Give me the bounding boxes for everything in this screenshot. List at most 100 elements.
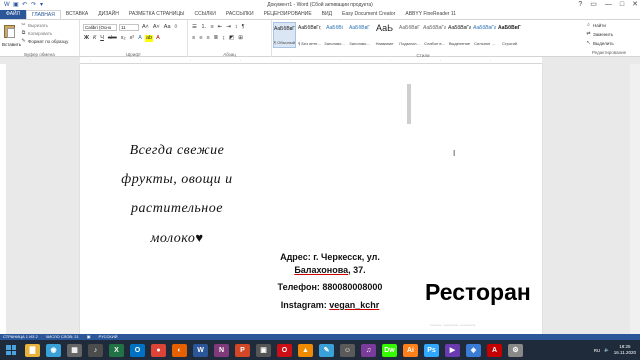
tab-layout[interactable]: РАЗМЕТКА СТРАНИЦЫ bbox=[124, 10, 190, 19]
sort-icon[interactable]: ↕ bbox=[234, 24, 239, 31]
chat-icon[interactable]: ☺ bbox=[340, 343, 355, 357]
address-line-1: Адрес: г. Черкесск, ул. bbox=[280, 252, 380, 262]
vertical-ruler[interactable] bbox=[0, 64, 6, 334]
grow-font-icon[interactable]: A˄ bbox=[141, 24, 150, 31]
subscript-icon[interactable]: x₂ bbox=[120, 35, 127, 42]
justify-icon[interactable]: ≣ bbox=[213, 35, 220, 42]
tab-easy-document-creator[interactable]: Easy Document Creator bbox=[337, 10, 400, 19]
tab-references[interactable]: ССЫЛКИ bbox=[189, 10, 220, 19]
horizontal-ruler[interactable]: · · · · · · · · · bbox=[80, 57, 542, 64]
pilcrow-icon[interactable]: ¶ bbox=[241, 24, 246, 31]
lang-indicator[interactable]: RU bbox=[594, 348, 601, 353]
highlight-icon[interactable]: ab bbox=[144, 35, 154, 42]
viewer-icon[interactable]: ▣ bbox=[256, 343, 271, 357]
style-heading-1[interactable]: АаБбВі Заголово... bbox=[323, 22, 346, 48]
borders-icon[interactable]: ⊞ bbox=[237, 35, 244, 42]
style-subtle-emphasis[interactable]: АаБбВвГг Слабое в... bbox=[423, 22, 446, 48]
undo-icon[interactable]: ↶ bbox=[22, 2, 28, 8]
vertical-scrollbar[interactable] bbox=[630, 64, 640, 334]
style-heading-2[interactable]: АаБбВвГ Заголово... bbox=[348, 22, 371, 48]
style-normal[interactable]: АаБбВвГг, ¶ Обычный bbox=[273, 22, 296, 48]
close-button[interactable]: ✕ bbox=[632, 0, 638, 10]
align-center-icon[interactable]: ≡ bbox=[198, 35, 203, 42]
style-strong[interactable]: АаБбВвГг Строгий bbox=[498, 22, 521, 48]
photoshop-icon[interactable]: Ps bbox=[424, 343, 439, 357]
tool-icon[interactable]: ⚙ bbox=[508, 343, 523, 357]
style-emphasis[interactable]: АаБбВвГг Выделение bbox=[448, 22, 471, 48]
illustrator-icon[interactable]: Ai bbox=[403, 343, 418, 357]
onenote-icon[interactable]: N bbox=[214, 343, 229, 357]
style-subtitle[interactable]: АаБбВвГ Подзагол... bbox=[398, 22, 421, 48]
bullets-icon[interactable]: ☰ bbox=[191, 24, 198, 31]
excel-icon[interactable]: X bbox=[109, 343, 124, 357]
redo-icon[interactable]: ↷ bbox=[31, 2, 37, 8]
minimize-button[interactable]: — bbox=[605, 0, 612, 10]
explorer-icon[interactable]: ▇ bbox=[25, 343, 40, 357]
dreamweaver-icon[interactable]: Dw bbox=[382, 343, 397, 357]
replace-button[interactable]: ⇄ Заменить bbox=[586, 32, 613, 38]
line-spacing-icon[interactable]: ↨ bbox=[221, 35, 226, 42]
vlc-icon[interactable]: ▲ bbox=[298, 343, 313, 357]
font-color-icon[interactable]: A bbox=[155, 35, 161, 42]
media-icon[interactable]: ♪ bbox=[88, 343, 103, 357]
maximize-button[interactable]: □ bbox=[620, 0, 624, 10]
browser-icon[interactable]: ◈ bbox=[466, 343, 481, 357]
strikethrough-icon[interactable]: abc bbox=[107, 35, 118, 42]
select-button[interactable]: ↖ Выделить bbox=[586, 41, 613, 47]
multilevel-list-icon[interactable]: ≡ bbox=[209, 24, 214, 31]
find-button[interactable]: ⌕ Найти bbox=[586, 23, 606, 29]
italic-icon[interactable]: К bbox=[92, 35, 97, 42]
chrome-icon[interactable]: ● bbox=[151, 343, 166, 357]
textbox-scroll-thumb[interactable] bbox=[407, 84, 411, 124]
font-name-combo[interactable]: Calibri (Осно bbox=[83, 24, 117, 31]
tab-home[interactable]: ГЛАВНАЯ bbox=[25, 10, 61, 19]
start-button[interactable] bbox=[0, 340, 22, 360]
tab-review[interactable]: РЕЦЕНЗИРОВАНИЕ bbox=[259, 10, 317, 19]
change-case-icon[interactable]: Aa bbox=[163, 24, 172, 31]
bold-icon[interactable]: Ж bbox=[83, 35, 90, 42]
font-size-combo[interactable]: 11 bbox=[119, 24, 139, 31]
tab-insert[interactable]: ВСТАВКА bbox=[61, 10, 93, 19]
calc-icon[interactable]: ▦ bbox=[67, 343, 82, 357]
format-painter-button[interactable]: ✎ Формат по образцу bbox=[21, 39, 68, 45]
underline-icon[interactable]: Ч bbox=[99, 35, 105, 42]
help-button[interactable]: ? bbox=[578, 0, 582, 10]
tab-view[interactable]: ВИД bbox=[317, 10, 337, 19]
style-title[interactable]: АаЬ Название bbox=[373, 22, 396, 48]
volume-icon[interactable]: 🔈 bbox=[604, 347, 610, 353]
music-icon[interactable]: ♫ bbox=[361, 343, 376, 357]
style-no-spacing[interactable]: АаБбВвГг, ¶ Без инте... bbox=[298, 22, 321, 48]
firefox-icon[interactable]: ◐ bbox=[172, 343, 187, 357]
customize-qat-icon[interactable]: ▾ bbox=[40, 2, 46, 8]
save-icon[interactable]: ▣ bbox=[13, 2, 19, 8]
document-page[interactable]: I Всегда свежие фрукты, овощи и растител… bbox=[80, 64, 542, 334]
app-icon[interactable]: ◉ bbox=[46, 343, 61, 357]
video-icon[interactable]: ▶ bbox=[445, 343, 460, 357]
word-icon[interactable]: W bbox=[193, 343, 208, 357]
paste-button[interactable] bbox=[3, 23, 17, 41]
paint-icon[interactable]: ✎ bbox=[319, 343, 334, 357]
outlook-icon[interactable]: O bbox=[130, 343, 145, 357]
opera-icon[interactable]: O bbox=[277, 343, 292, 357]
numbering-icon[interactable]: ⒈ bbox=[200, 24, 208, 31]
tab-abbyy[interactable]: ABBYY FineReader 11 bbox=[400, 10, 461, 19]
clear-format-icon[interactable]: ◊ bbox=[174, 24, 179, 31]
tab-design[interactable]: ДИЗАЙН bbox=[93, 10, 124, 19]
copy-button[interactable]: ⧉ Копировать bbox=[21, 31, 53, 37]
style-intense-emphasis[interactable]: АаБбВвГг Сильное ... bbox=[473, 22, 496, 48]
ribbon-display-button[interactable]: ▭ bbox=[590, 0, 597, 10]
text-effects-icon[interactable]: A bbox=[137, 35, 143, 42]
powerpoint-icon[interactable]: P bbox=[235, 343, 250, 357]
acrobat-icon[interactable]: A bbox=[487, 343, 502, 357]
increase-indent-icon[interactable]: ⇥ bbox=[225, 24, 232, 31]
decrease-indent-icon[interactable]: ⇤ bbox=[217, 24, 224, 31]
superscript-icon[interactable]: x² bbox=[129, 35, 136, 42]
clock[interactable]: 18:25 16.11.2020 bbox=[614, 344, 636, 356]
shading-icon[interactable]: ◩ bbox=[228, 35, 235, 42]
align-left-icon[interactable]: ≡ bbox=[191, 35, 196, 42]
tab-mailings[interactable]: РАССЫЛКИ bbox=[221, 10, 259, 19]
tab-file[interactable]: ФАЙЛ bbox=[0, 10, 26, 19]
shrink-font-icon[interactable]: A˅ bbox=[152, 24, 161, 31]
cut-button[interactable]: ✂ Вырезать bbox=[21, 23, 48, 29]
align-right-icon[interactable]: ≡ bbox=[205, 35, 210, 42]
